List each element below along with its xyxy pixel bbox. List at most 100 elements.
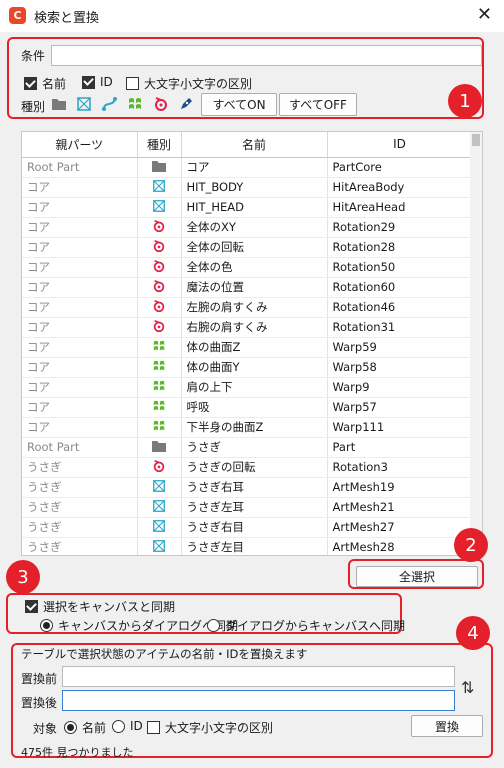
cell-id: ArtMesh21 xyxy=(327,497,473,518)
table-scrollbar-thumb[interactable] xyxy=(472,134,480,146)
dialog-to-canvas-radio-circle[interactable] xyxy=(207,619,220,632)
cell-id: ArtMesh27 xyxy=(327,517,473,538)
column-header-kind[interactable]: 種別 xyxy=(137,132,182,158)
sync-canvas-checkbox[interactable]: 選択をキャンバスと同期 xyxy=(25,598,175,615)
cell-name: HIT_HEAD xyxy=(181,197,328,218)
kind-filter-glue-icon[interactable] xyxy=(101,95,119,116)
cell-name: 左腕の肩すくみ xyxy=(181,297,328,318)
dialog-to-canvas-radio[interactable]: ダイアログからキャンバスへ同期 xyxy=(207,617,405,634)
table-row[interactable]: コア 魔法の位置 Rotation60 xyxy=(22,277,473,298)
mesh-icon xyxy=(137,517,182,538)
sync-checkbox-label: 選択をキャンバスと同期 xyxy=(43,600,176,614)
replace-before-input[interactable] xyxy=(62,666,455,687)
table-row[interactable]: うさぎ うさぎの回転 Rotation3 xyxy=(22,457,473,478)
cell-parent: コア xyxy=(22,317,138,338)
name-filter-checkbox[interactable]: 名前 xyxy=(24,75,66,92)
column-header-id[interactable]: ID xyxy=(327,132,473,158)
results-table: 親パーツ 種別 名前 ID Root Part コア PartCore コア HIT_B… xyxy=(21,131,483,556)
cell-name: 下半身の曲面Z xyxy=(181,417,328,438)
table-row[interactable]: うさぎ うさぎ左目 ArtMesh28 xyxy=(22,537,473,555)
swap-icon[interactable]: ⇅ xyxy=(461,678,474,697)
column-header-name[interactable]: 名前 xyxy=(181,132,328,158)
replace-button[interactable]: 置換 xyxy=(411,715,483,737)
table-row[interactable]: Root Part うさぎ Part xyxy=(22,437,473,458)
id-checkbox-box[interactable] xyxy=(82,75,95,89)
sync-checkbox-box[interactable] xyxy=(25,600,38,613)
table-row[interactable]: コア HIT_HEAD HitAreaHead xyxy=(22,197,473,218)
table-row[interactable]: コア 呼吸 Warp57 xyxy=(22,397,473,418)
all-on-button[interactable]: すべてON xyxy=(201,93,277,116)
case-filter-checkbox[interactable]: 大文字小文字の区別 xyxy=(126,75,252,92)
cell-parent: うさぎ xyxy=(22,517,138,538)
rotation-icon xyxy=(137,297,182,318)
replace-before-label: 置換前 xyxy=(21,672,58,686)
cell-id: Part xyxy=(327,437,473,458)
table-row[interactable]: コア 肩の上下 Warp9 xyxy=(22,377,473,398)
name-checkbox-box[interactable] xyxy=(24,77,37,90)
table-row[interactable]: コア 下半身の曲面Z Warp111 xyxy=(22,417,473,438)
kind-filter-warp-icon[interactable] xyxy=(127,96,143,115)
condition-input[interactable] xyxy=(51,45,482,66)
table-row[interactable]: コア 全体のXY Rotation29 xyxy=(22,217,473,238)
cell-name: 呼吸 xyxy=(181,397,328,418)
kind-filter-mesh-icon[interactable] xyxy=(76,96,92,115)
table-row[interactable]: コア 全体の回転 Rotation28 xyxy=(22,237,473,258)
rotation-icon xyxy=(137,257,182,278)
status-text: 475件 見つかりました xyxy=(21,746,134,759)
cell-name: うさぎ左耳 xyxy=(181,497,328,518)
warp-icon xyxy=(137,337,182,358)
cell-parent: コア xyxy=(22,357,138,378)
target-id-label: ID xyxy=(130,719,143,733)
replace-case-label: 大文字小文字の区別 xyxy=(165,721,274,735)
mesh-icon xyxy=(137,177,182,198)
step-badge-4: 4 xyxy=(456,616,490,650)
target-name-radio-circle[interactable] xyxy=(64,721,77,734)
table-row[interactable]: コア 全体の色 Rotation50 xyxy=(22,257,473,278)
case-checkbox-box[interactable] xyxy=(126,77,139,90)
id-filter-checkbox[interactable]: ID xyxy=(82,75,113,89)
all-off-button[interactable]: すべてOFF xyxy=(279,93,357,116)
replace-description: テーブルで選択状態のアイテムの名前・IDを置換えます xyxy=(21,647,308,661)
dialog-to-canvas-label: ダイアログからキャンバスへ同期 xyxy=(225,619,406,633)
select-all-button[interactable]: 全選択 xyxy=(356,566,478,587)
table-row[interactable]: うさぎ うさぎ右目 ArtMesh27 xyxy=(22,517,473,538)
table-row[interactable]: うさぎ うさぎ左耳 ArtMesh21 xyxy=(22,497,473,518)
canvas-to-dialog-radio-circle[interactable] xyxy=(40,619,53,632)
cell-parent: コア xyxy=(22,197,138,218)
target-id-radio[interactable]: ID xyxy=(112,719,143,733)
kind-filter-folder-icon[interactable] xyxy=(51,97,67,114)
table-row[interactable]: コア 体の曲面Y Warp58 xyxy=(22,357,473,378)
table-row[interactable]: コア 体の曲面Z Warp59 xyxy=(22,337,473,358)
cell-name: 全体の色 xyxy=(181,257,328,278)
table-row[interactable]: うさぎ うさぎ右耳 ArtMesh19 xyxy=(22,477,473,498)
replace-after-input[interactable] xyxy=(62,690,455,711)
cell-parent: うさぎ xyxy=(22,477,138,498)
table-scrollbar[interactable] xyxy=(470,132,482,555)
replace-case-checkbox-box[interactable] xyxy=(147,721,160,734)
kind-filter-pen-icon[interactable] xyxy=(178,96,194,115)
cell-id: Rotation29 xyxy=(327,217,473,238)
kind-filter-rotation-icon[interactable] xyxy=(153,96,169,115)
warp-icon xyxy=(137,357,182,378)
cell-name: うさぎ右目 xyxy=(181,517,328,538)
close-icon[interactable]: ✕ xyxy=(477,4,492,25)
cell-id: Rotation50 xyxy=(327,257,473,278)
cell-id: Rotation31 xyxy=(327,317,473,338)
column-header-parent[interactable]: 親パーツ xyxy=(22,132,138,158)
cell-parent: コア xyxy=(22,257,138,278)
results-grid: 親パーツ 種別 名前 ID Root Part コア PartCore コア HIT_B… xyxy=(22,132,473,555)
cell-id: ArtMesh28 xyxy=(327,537,473,555)
table-row[interactable]: コア HIT_BODY HitAreaBody xyxy=(22,177,473,198)
table-row[interactable]: コア 右腕の肩すくみ Rotation31 xyxy=(22,317,473,338)
rotation-icon xyxy=(137,237,182,258)
target-label: 対象 xyxy=(33,722,58,736)
cell-name: うさぎ xyxy=(181,437,328,458)
replace-case-checkbox[interactable]: 大文字小文字の区別 xyxy=(147,719,273,736)
target-id-radio-circle[interactable] xyxy=(112,719,125,733)
cell-parent: コア xyxy=(22,237,138,258)
cell-parent: コア xyxy=(22,377,138,398)
cell-id: ArtMesh19 xyxy=(327,477,473,498)
table-row[interactable]: コア 左腕の肩すくみ Rotation46 xyxy=(22,297,473,318)
target-name-radio[interactable]: 名前 xyxy=(64,719,106,736)
table-row[interactable]: Root Part コア PartCore xyxy=(22,157,473,178)
